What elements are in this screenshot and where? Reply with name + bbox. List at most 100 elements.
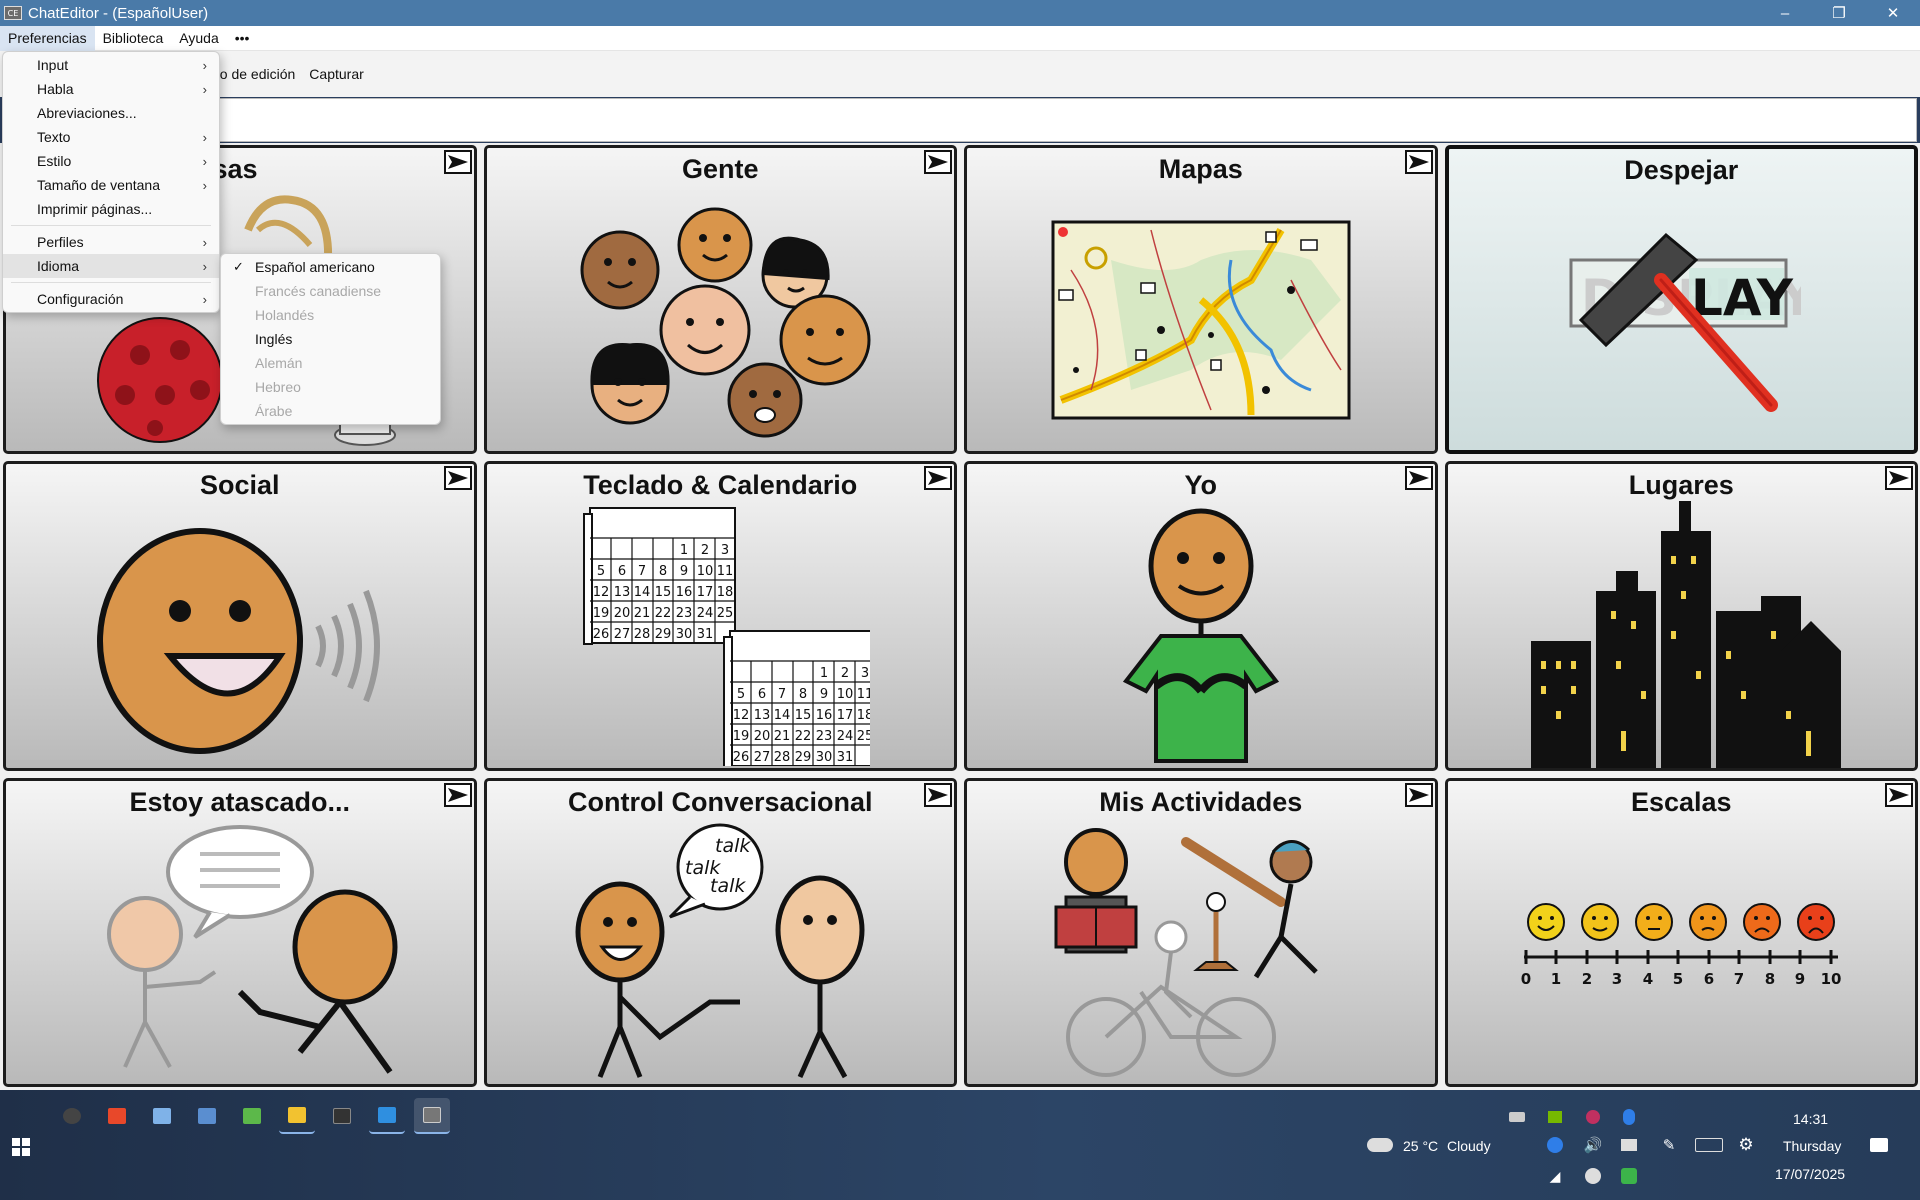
svg-text:27: 27 (614, 627, 631, 642)
svg-text:12: 12 (593, 585, 610, 600)
menu-item-perfiles[interactable]: Perfiles › (3, 230, 219, 254)
menu-item-texto[interactable]: Texto › (3, 125, 219, 149)
cell-lugares[interactable]: Lugares (1444, 461, 1918, 771)
svg-text:13: 13 (614, 585, 631, 600)
menu-item-label: Holandés (255, 307, 315, 323)
svg-text:21: 21 (634, 606, 651, 621)
bluetooth-icon[interactable] (1618, 1106, 1640, 1128)
svg-text:27: 27 (754, 750, 771, 765)
navigate-arrow-icon[interactable] (924, 150, 952, 174)
menu-item-tamano-ventana[interactable]: Tamaño de ventana › (3, 173, 219, 197)
cell-gente[interactable]: Gente (483, 145, 957, 455)
svg-text:15: 15 (795, 708, 812, 723)
pen-icon[interactable]: ✎ (1658, 1134, 1680, 1156)
svg-text:9: 9 (680, 564, 688, 579)
cell-control-conversacional[interactable]: Control Conversacional talk talk talk (483, 777, 957, 1087)
settings-app-icon[interactable] (144, 1098, 180, 1134)
cell-label: Despejar (1624, 155, 1739, 185)
svg-text:24: 24 (837, 729, 854, 744)
navigate-arrow-icon[interactable] (443, 150, 472, 174)
language-espanol-americano[interactable]: ✓ Español americano (221, 255, 440, 279)
cell-label: Social (199, 470, 280, 501)
cell-escalas[interactable]: Escalas 0 1 2 3 4 5 6 7 8 9 10 (1444, 777, 1918, 1087)
svg-text:4: 4 (1643, 970, 1653, 988)
weather-condition[interactable]: Cloudy (1447, 1138, 1491, 1154)
chateditor-taskbar-icon[interactable] (414, 1098, 450, 1134)
tray-app-icon[interactable] (1506, 1106, 1528, 1128)
menu-item-configuracion[interactable]: Configuración › (3, 287, 219, 311)
wifi-icon[interactable]: ◢ (1544, 1165, 1566, 1187)
notifications-icon[interactable] (1868, 1134, 1890, 1156)
cell-social[interactable]: Social (3, 461, 477, 771)
svg-text:23: 23 (816, 729, 833, 744)
navigate-arrow-icon[interactable] (443, 466, 472, 491)
navigate-arrow-icon[interactable] (443, 782, 472, 807)
menu-biblioteca[interactable]: Biblioteca (95, 26, 172, 51)
menu-item-abreviaciones[interactable]: Abreviaciones... (3, 101, 219, 125)
volume-icon[interactable]: 🔊 (1582, 1134, 1604, 1156)
svg-text:23: 23 (676, 606, 693, 621)
menu-preferencias[interactable]: Preferencias (0, 25, 95, 51)
navigate-arrow-icon[interactable] (1885, 466, 1913, 491)
message-bar[interactable] (2, 98, 1917, 142)
brave-browser-icon[interactable] (99, 1098, 135, 1134)
navigate-arrow-icon[interactable] (1404, 466, 1433, 491)
keyboard-icon[interactable] (1694, 1134, 1724, 1156)
weather-temperature[interactable]: 25 °C (1403, 1138, 1438, 1154)
close-button[interactable]: ✕ (1866, 0, 1920, 26)
tray-app-icon[interactable] (1582, 1106, 1604, 1128)
clock-day[interactable]: Thursday (1783, 1138, 1841, 1154)
gear-icon[interactable]: ⚙ (1735, 1134, 1757, 1156)
cell-mapas[interactable]: Mapas (964, 145, 1438, 455)
tray-app-icon[interactable] (1618, 1165, 1640, 1187)
cloudy-weather-icon[interactable] (1366, 1134, 1394, 1156)
vscode-icon[interactable] (369, 1098, 405, 1134)
notepad-icon[interactable] (234, 1098, 270, 1134)
svg-text:1: 1 (1551, 970, 1561, 988)
svg-text:5: 5 (1673, 970, 1683, 988)
cell-yo[interactable]: Yo (964, 461, 1438, 771)
language-ingles[interactable]: Inglés (221, 327, 440, 351)
map-picture (967, 192, 1435, 447)
cell-mis-actividades[interactable]: Mis Actividades (964, 777, 1438, 1087)
menu-ayuda[interactable]: Ayuda (171, 26, 226, 51)
cell-teclado-calendario[interactable]: Teclado & Calendario 123 56789 10 11 12 … (483, 461, 957, 771)
svg-text:20: 20 (754, 729, 771, 744)
menu-more[interactable]: ••• (227, 26, 258, 51)
menu-item-estilo[interactable]: Estilo › (3, 149, 219, 173)
svg-text:31: 31 (837, 750, 854, 765)
terminal-icon[interactable] (324, 1098, 360, 1134)
cell-estoy-atascado[interactable]: Estoy atascado... (3, 777, 477, 1087)
restore-button[interactable]: ❐ (1812, 0, 1866, 26)
clock-date[interactable]: 17/07/2025 (1775, 1166, 1845, 1182)
minimize-button[interactable]: – (1758, 0, 1812, 26)
tray-app-icon[interactable] (1582, 1165, 1604, 1187)
obs-icon[interactable] (54, 1098, 90, 1134)
menu-item-idioma[interactable]: Idioma › (3, 254, 219, 278)
menu-item-label: Hebreo (255, 379, 301, 395)
chevron-right-icon: › (202, 177, 207, 193)
navigate-arrow-icon[interactable] (1885, 782, 1913, 807)
svg-text:8: 8 (1765, 970, 1775, 988)
svg-text:28: 28 (774, 750, 791, 765)
image-viewer-icon[interactable] (189, 1098, 225, 1134)
navigate-arrow-icon[interactable] (924, 466, 952, 491)
file-explorer-icon[interactable] (279, 1098, 315, 1134)
menu-item-habla[interactable]: Habla › (3, 77, 219, 101)
menu-item-label: Estilo (37, 153, 72, 169)
menu-separator (11, 225, 211, 226)
windows-start-icon[interactable] (12, 1138, 30, 1156)
cell-despejar[interactable]: Despejar DISPLAY LAY (1444, 145, 1918, 455)
nvidia-icon[interactable] (1544, 1106, 1566, 1128)
menu-item-imprimir[interactable]: Imprimir páginas... (3, 197, 219, 221)
clock-time[interactable]: 14:31 (1793, 1111, 1828, 1127)
navigate-arrow-icon[interactable] (924, 782, 952, 807)
navigate-arrow-icon[interactable] (1404, 150, 1433, 174)
capture-button[interactable]: Capturar (302, 66, 370, 82)
menu-item-input[interactable]: Input › (3, 53, 219, 77)
clear-picture: DISPLAY LAY (1449, 193, 1915, 446)
tray-app-icon[interactable] (1618, 1134, 1640, 1156)
navigate-arrow-icon[interactable] (1404, 782, 1433, 807)
app-icon: CE (4, 6, 22, 20)
tray-app-icon[interactable] (1544, 1134, 1566, 1156)
